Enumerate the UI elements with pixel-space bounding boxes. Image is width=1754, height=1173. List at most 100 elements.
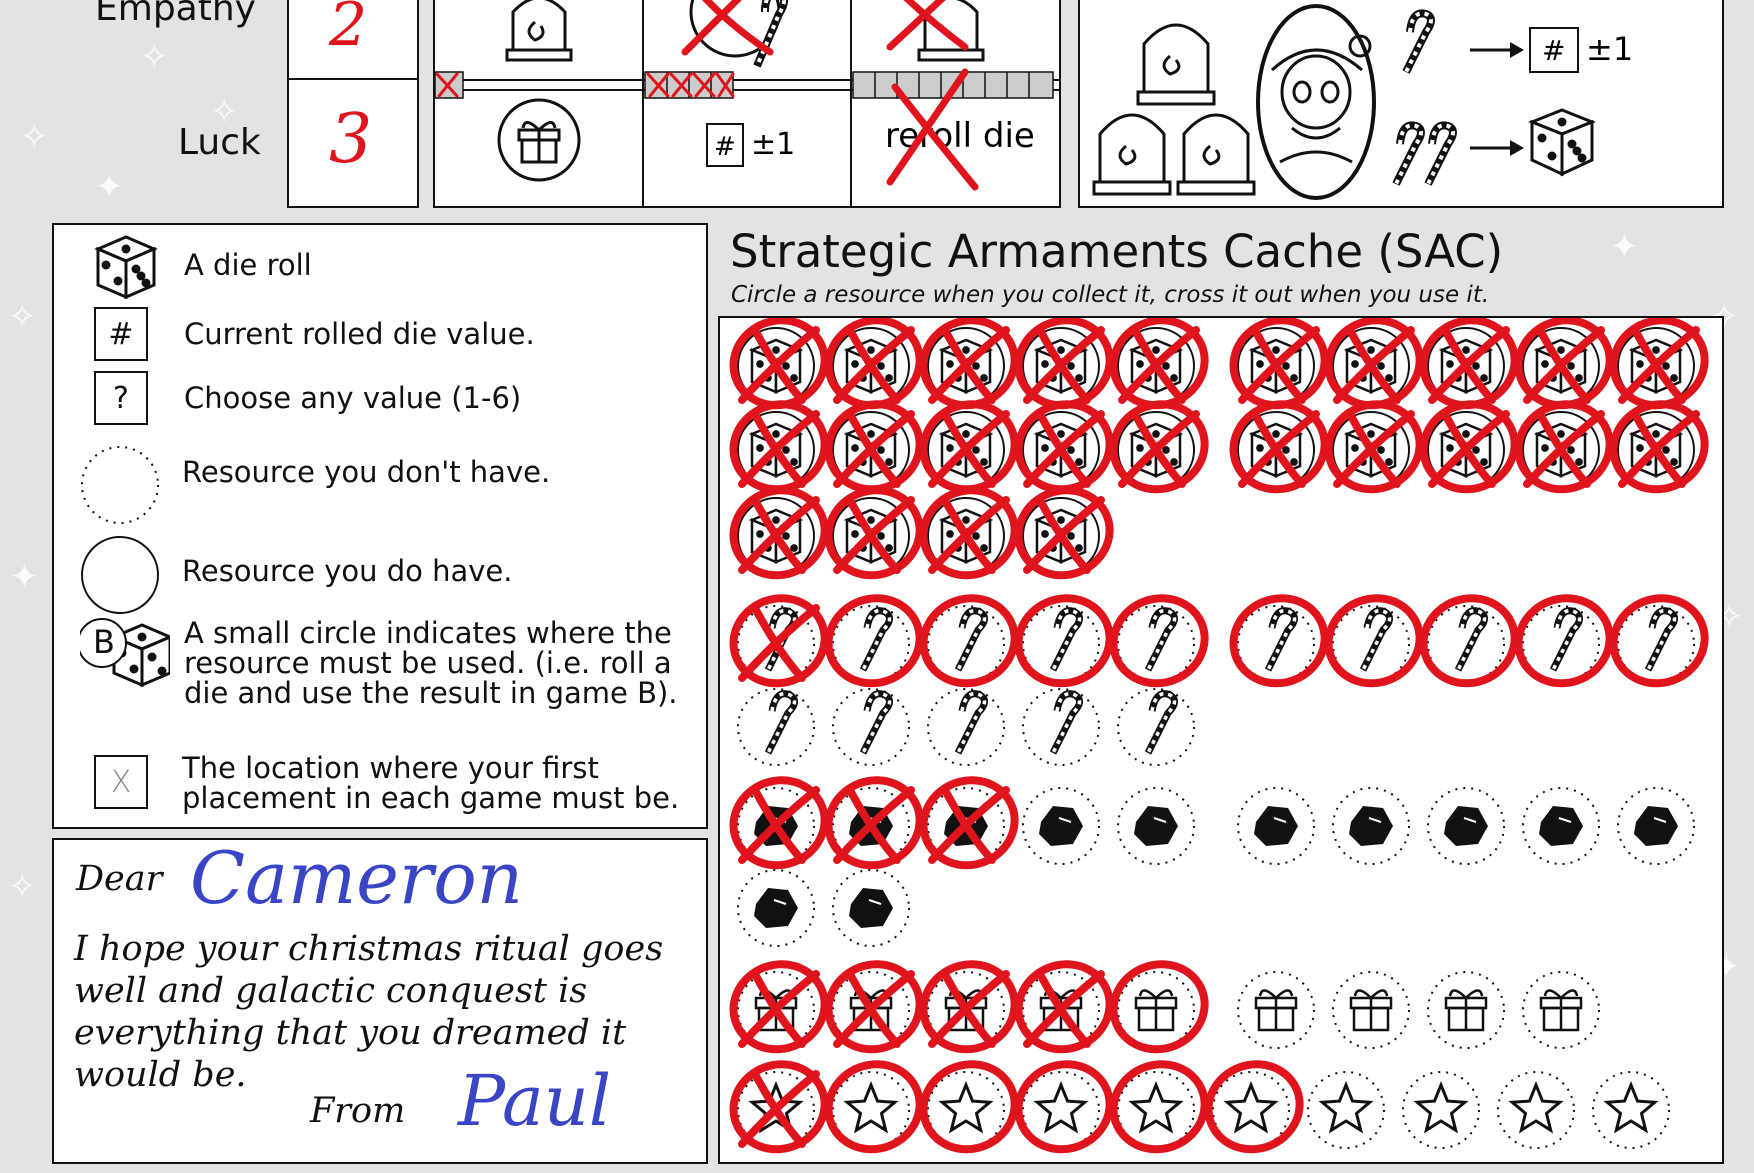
sac-title: Strategic Armaments Cache (SAC): [730, 225, 1504, 278]
resource-candy[interactable]: [1022, 688, 1100, 766]
recipe-panel: # ±1: [1078, 0, 1724, 208]
letter-sender[interactable]: Paul: [458, 1060, 611, 1142]
die-icon: [94, 235, 158, 300]
resource-die[interactable]: [911, 478, 1026, 588]
attribute-label: Luck: [178, 122, 261, 163]
resource-gift[interactable]: [1101, 952, 1216, 1062]
resource-candy[interactable]: [1006, 586, 1121, 696]
sparkle-icon: ✧: [20, 117, 49, 157]
resource-die[interactable]: [1101, 392, 1216, 502]
resource-candy[interactable]: [927, 688, 1005, 766]
resource-star[interactable]: [1196, 1052, 1311, 1162]
resource-die[interactable]: [816, 392, 931, 502]
dotted-circle-icon: [81, 446, 159, 524]
resource-coal[interactable]: [816, 768, 931, 878]
resource-star[interactable]: [721, 1052, 836, 1162]
resource-gift[interactable]: [721, 952, 836, 1062]
resource-candy[interactable]: [816, 586, 931, 696]
hash-label: #: [1542, 34, 1565, 67]
attribute-label: Empathy: [95, 0, 256, 29]
resource-coal[interactable]: [1427, 787, 1505, 865]
resource-die[interactable]: [1221, 392, 1336, 502]
hash-label: #: [714, 132, 736, 162]
sac-grid: [721, 318, 1716, 1162]
ability-track-art: # ±1 reroll die: [435, 0, 1059, 206]
resource-die[interactable]: [1601, 392, 1716, 502]
sparkle-icon: ✦: [1610, 227, 1639, 267]
ability-track: # ±1 reroll die: [433, 0, 1061, 208]
legend-text-question: Choose any value (1-6): [184, 381, 522, 415]
resource-candy[interactable]: [911, 586, 1026, 696]
resource-die[interactable]: [721, 478, 836, 588]
sparkle-icon: ✧: [8, 867, 37, 907]
resource-coal[interactable]: [1617, 787, 1695, 865]
resource-star[interactable]: [1592, 1071, 1670, 1149]
resource-die[interactable]: [911, 392, 1026, 502]
legend-text-do-have: Resource you do have.: [182, 554, 513, 588]
legend-text-dont-have: Resource you don't have.: [182, 455, 551, 489]
resource-gift[interactable]: [1237, 971, 1315, 1049]
legend-text-small-circle: A small circle indicates where the resou…: [184, 616, 678, 710]
resource-star[interactable]: [1497, 1071, 1575, 1149]
resource-star[interactable]: [1402, 1071, 1480, 1149]
resource-star[interactable]: [1307, 1071, 1385, 1149]
attribute-value: 2: [329, 0, 368, 60]
resource-coal[interactable]: [737, 869, 815, 947]
resource-gift[interactable]: [816, 952, 931, 1062]
letter-recipient[interactable]: Cameron: [190, 836, 523, 920]
reroll-label: reroll die: [885, 116, 1035, 156]
resource-candy[interactable]: [721, 586, 836, 696]
resource-candy[interactable]: [1411, 586, 1526, 696]
resource-candy[interactable]: [1506, 586, 1621, 696]
resource-coal[interactable]: [721, 768, 836, 878]
resource-die[interactable]: [1506, 392, 1621, 502]
resource-star[interactable]: [816, 1052, 931, 1162]
resource-coal[interactable]: [1237, 787, 1315, 865]
resource-gift[interactable]: [911, 952, 1026, 1062]
resource-candy[interactable]: [1316, 586, 1431, 696]
resource-candy[interactable]: [1101, 586, 1216, 696]
resource-candy[interactable]: [1221, 586, 1336, 696]
resource-die[interactable]: [721, 392, 836, 502]
resource-candy[interactable]: [1117, 688, 1195, 766]
plus-minus-label: ±1: [751, 127, 795, 162]
resource-coal[interactable]: [1522, 787, 1600, 865]
resource-gift[interactable]: [1522, 971, 1600, 1049]
sparkle-icon: ✦: [10, 557, 39, 597]
x-box-icon: X: [94, 755, 148, 809]
resource-coal[interactable]: [911, 768, 1026, 878]
resource-gift[interactable]: [1332, 971, 1410, 1049]
resource-gift[interactable]: [1006, 952, 1121, 1062]
sac-panel: [718, 316, 1724, 1164]
resource-die[interactable]: [1316, 392, 1431, 502]
resource-star[interactable]: [1006, 1052, 1121, 1162]
legend-text-hash: Current rolled die value.: [184, 317, 535, 351]
resource-die[interactable]: [1411, 392, 1526, 502]
resource-star[interactable]: [911, 1052, 1026, 1162]
plus-minus-label: ±1: [1586, 30, 1633, 68]
small-circle-letter: B: [93, 623, 115, 661]
resource-die[interactable]: [1006, 478, 1121, 588]
resource-star[interactable]: [1101, 1052, 1216, 1162]
letter-dear-label: Dear: [76, 859, 163, 899]
legend-panel: # ? B X A die roll Current rolled die va…: [52, 223, 708, 829]
resource-gift[interactable]: [1427, 971, 1505, 1049]
resource-coal[interactable]: [832, 869, 910, 947]
resource-coal[interactable]: [1117, 787, 1195, 865]
sac-subtitle: Circle a resource when you collect it, c…: [731, 282, 1490, 308]
resource-candy[interactable]: [737, 688, 815, 766]
attribute-value-box[interactable]: 2: [287, 0, 419, 80]
question-box-icon: ?: [94, 371, 148, 425]
resource-coal[interactable]: [1332, 787, 1410, 865]
sparkle-icon: ✧: [8, 297, 37, 337]
resource-candy[interactable]: [832, 688, 910, 766]
recipe-art: # ±1: [1092, 4, 1633, 200]
letter-from-label: From: [310, 1091, 406, 1131]
resource-candy[interactable]: [1601, 586, 1716, 696]
letter-panel: Dear Cameron I hope your christmas ritua…: [52, 836, 708, 1164]
attribute-value-box[interactable]: 3: [287, 78, 419, 208]
legend-text-first-placement: The location where your first placement …: [182, 751, 680, 815]
resource-die[interactable]: [1006, 392, 1121, 502]
resource-die[interactable]: [816, 478, 931, 588]
resource-coal[interactable]: [1022, 787, 1100, 865]
